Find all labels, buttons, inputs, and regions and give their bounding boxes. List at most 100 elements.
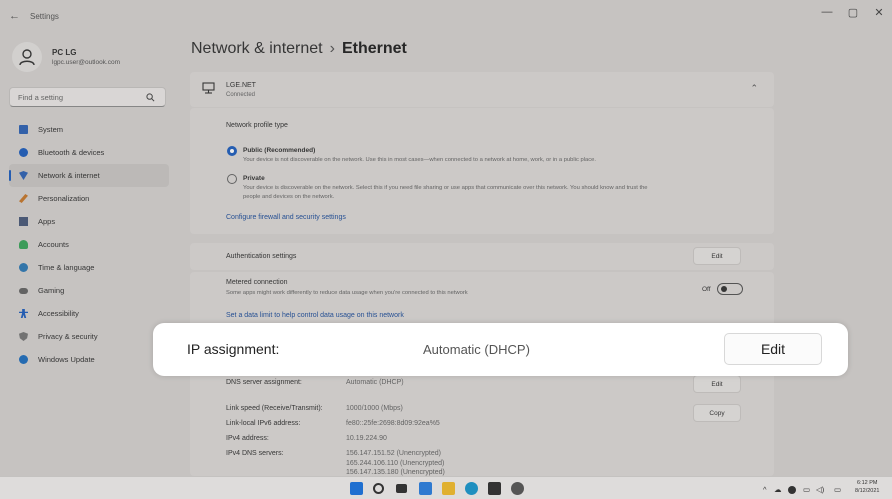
sidebar-item-label: System: [38, 125, 64, 134]
sidebar-item-privacy[interactable]: Privacy & security: [9, 325, 169, 348]
sidebar-item-label: Accessibility: [38, 309, 79, 318]
avatar: [12, 42, 42, 72]
copy-button[interactable]: Copy: [693, 404, 741, 422]
sidebar-item-apps[interactable]: Apps: [9, 210, 169, 233]
metered-toggle-label: Off: [702, 285, 711, 293]
globe-clock-icon: [19, 263, 28, 272]
taskbar: ^ ☁ ▭ ◁) ▭ 6:12 PM 8/12/2021: [0, 476, 892, 499]
sidebar-item-label: Windows Update: [38, 355, 95, 364]
onedrive-icon[interactable]: ☁: [774, 485, 782, 494]
sidebar-nav: System Bluetooth & devices Network & int…: [9, 118, 169, 371]
metered-toggle-group: Off: [702, 283, 743, 295]
sidebar-item-time-language[interactable]: Time & language: [9, 256, 169, 279]
sidebar-item-label: Accounts: [38, 240, 69, 249]
ipv4-dns-label: IPv4 DNS servers:: [226, 450, 284, 457]
volume-icon[interactable]: ◁): [816, 485, 824, 494]
firewall-settings-link[interactable]: Configure firewall and security settings: [226, 214, 346, 221]
update-icon: [19, 355, 28, 364]
gamepad-icon: [19, 287, 28, 294]
chevron-up-icon[interactable]: ⌃: [750, 83, 758, 94]
public-description: Your device is not discoverable on the n…: [243, 157, 596, 163]
shield-icon: [19, 332, 28, 341]
authentication-edit-button[interactable]: Edit: [693, 247, 741, 265]
profile-type-heading: Network profile type: [226, 122, 288, 129]
metered-description: Some apps might work differently to redu…: [226, 290, 468, 296]
network-icon[interactable]: ▭: [803, 485, 810, 494]
sidebar-item-windows-update[interactable]: Windows Update: [9, 348, 169, 371]
edge-icon[interactable]: [465, 482, 478, 495]
ipv6-value: fe80::25fe:2698:8d09:92ea%5: [346, 420, 440, 427]
sidebar-item-label: Privacy & security: [38, 332, 98, 341]
maximize-button[interactable]: ▢: [840, 6, 866, 19]
private-radio[interactable]: [227, 174, 237, 184]
link-speed-value: 1000/1000 (Mbps): [346, 405, 403, 412]
person-icon: [19, 240, 28, 249]
clock[interactable]: 6:12 PM 8/12/2021: [855, 479, 879, 495]
breadcrumb-separator: ›: [329, 40, 335, 57]
dns-assignment-label: DNS server assignment:: [226, 379, 302, 386]
ip-assignment-callout: IP assignment: Automatic (DHCP) Edit: [153, 323, 848, 376]
apps-icon: [19, 217, 28, 226]
sidebar-item-bluetooth[interactable]: Bluetooth & devices: [9, 141, 169, 164]
sidebar-item-network[interactable]: Network & internet: [9, 164, 169, 187]
public-radio[interactable]: [227, 146, 237, 156]
ipv4-label: IPv4 address:: [226, 435, 269, 442]
chevron-up-icon[interactable]: ^: [763, 485, 767, 494]
search-icon: [146, 92, 155, 101]
dns-edit-button[interactable]: Edit: [693, 375, 741, 393]
accessibility-icon: [19, 309, 28, 318]
private-label: Private: [243, 175, 265, 182]
search-input[interactable]: Find a setting: [9, 87, 166, 107]
private-description-line-2: people and devices on the network.: [243, 194, 335, 200]
settings-window: ← Settings — ▢ ✕ PC LG lgpc.user@outlook…: [0, 0, 892, 476]
metered-toggle[interactable]: [716, 283, 743, 295]
active-indicator: [9, 170, 11, 181]
back-arrow-icon[interactable]: ←: [9, 10, 20, 22]
clock-time: 6:12 PM: [856, 480, 878, 486]
ip-assignment-label: IP assignment:: [187, 341, 280, 357]
authentication-label: Authentication settings: [226, 253, 297, 260]
close-button[interactable]: ✕: [866, 6, 892, 19]
title-bar: ← Settings — ▢ ✕: [0, 0, 892, 30]
sidebar-item-label: Bluetooth & devices: [38, 148, 105, 157]
search-icon[interactable]: [373, 483, 384, 494]
clock-date: 8/12/2021: [855, 488, 880, 494]
file-explorer-icon[interactable]: [442, 482, 455, 495]
user-profile[interactable]: PC LG lgpc.user@outlook.com: [12, 42, 120, 72]
ethernet-name: LGE.NET: [226, 82, 256, 89]
ipv4-dns-server-3: 156.147.135.180 (Unencrypted): [346, 469, 445, 476]
store-icon[interactable]: [488, 482, 501, 495]
metered-label: Metered connection: [226, 279, 288, 286]
sidebar-item-accessibility[interactable]: Accessibility: [9, 302, 169, 325]
data-limit-link[interactable]: Set a data limit to help control data us…: [226, 312, 404, 319]
app-title: Settings: [30, 12, 59, 21]
ip-assignment-edit-button[interactable]: Edit: [724, 333, 822, 365]
ethernet-card-header[interactable]: LGE.NET Connected ⌃: [190, 72, 774, 107]
minimize-button[interactable]: —: [814, 6, 840, 18]
start-icon[interactable]: [350, 482, 363, 495]
wifi-icon: [19, 171, 28, 180]
ethernet-status: Connected: [226, 92, 256, 98]
ipv6-label: Link-local IPv6 address:: [226, 420, 301, 427]
sidebar-item-accounts[interactable]: Accounts: [9, 233, 169, 256]
battery-icon[interactable]: ▭: [834, 485, 841, 494]
bluetooth-icon: [19, 148, 28, 157]
ipv4-dns-server-1: 156.147.151.52 (Unencrypted): [346, 450, 441, 457]
security-icon[interactable]: [788, 486, 796, 494]
sidebar-item-label: Time & language: [38, 263, 95, 272]
sidebar-item-label: Personalization: [38, 194, 90, 203]
breadcrumb-parent[interactable]: Network & internet: [191, 40, 323, 57]
sidebar-item-gaming[interactable]: Gaming: [9, 279, 169, 302]
taskview-icon[interactable]: [396, 484, 407, 493]
widgets-icon[interactable]: [419, 482, 432, 495]
sidebar-item-system[interactable]: System: [9, 118, 169, 141]
ipv4-value: 10.19.224.90: [346, 435, 387, 442]
profile-name: PC LG: [52, 48, 77, 57]
settings-icon[interactable]: [511, 482, 524, 495]
dns-assignment-value: Automatic (DHCP): [346, 379, 404, 386]
ip-assignment-value: Automatic (DHCP): [423, 342, 530, 357]
sidebar-item-personalization[interactable]: Personalization: [9, 187, 169, 210]
display-icon: [19, 125, 28, 134]
search-placeholder: Find a setting: [18, 92, 64, 102]
sidebar-item-label: Network & internet: [38, 171, 100, 180]
